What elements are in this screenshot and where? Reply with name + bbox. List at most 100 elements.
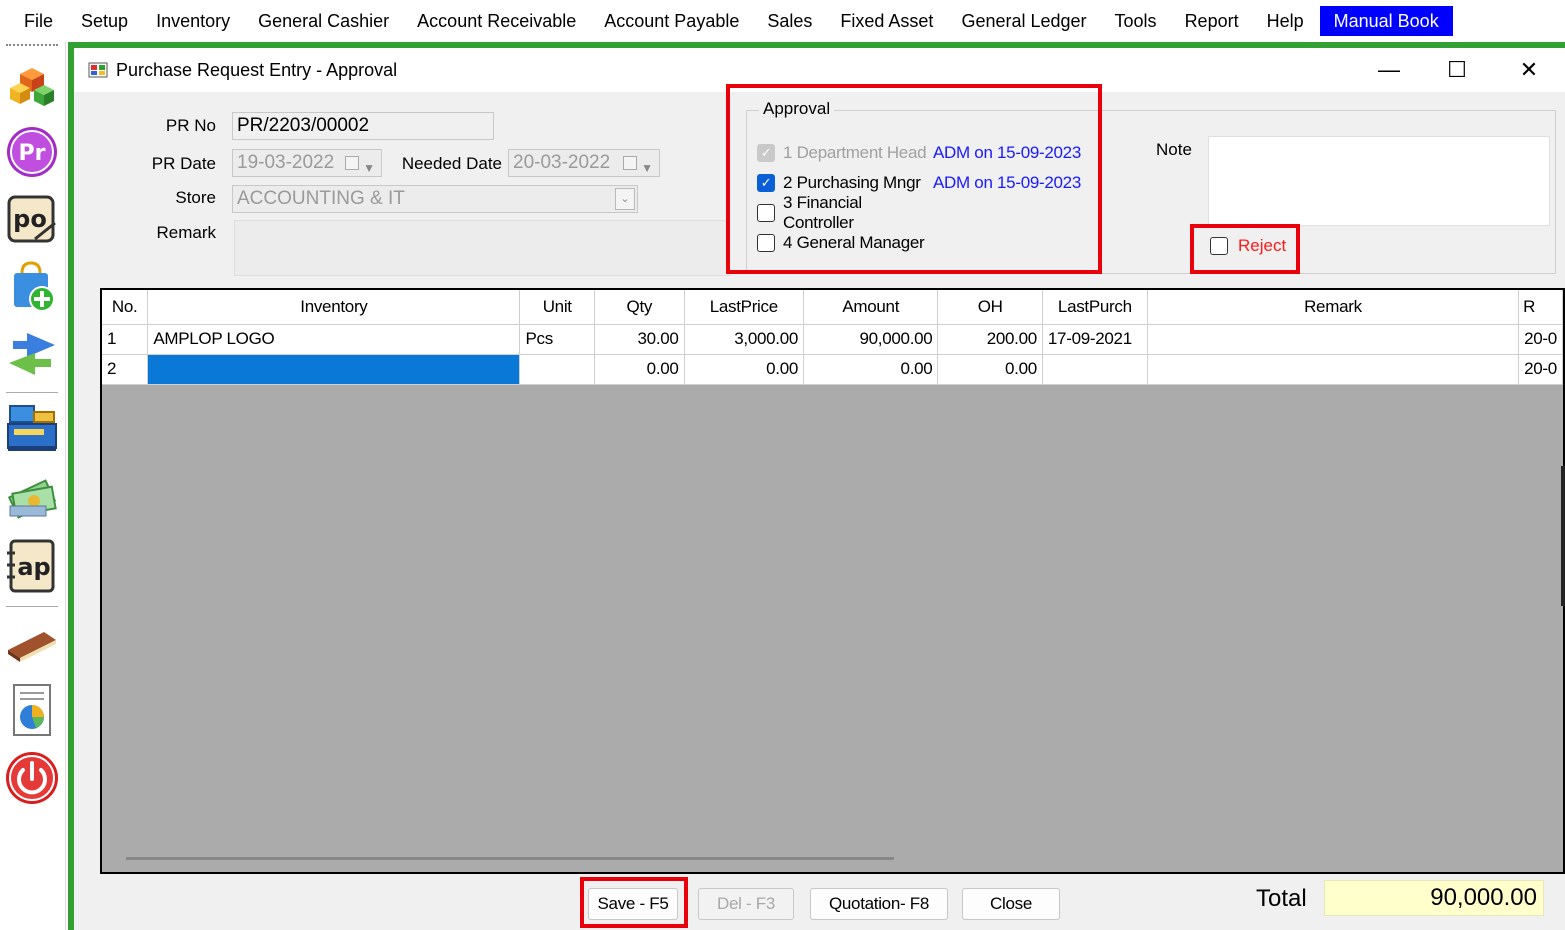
chevron-down-icon: ▼ — [641, 161, 653, 175]
cell-qty[interactable]: 0.00 — [594, 354, 685, 385]
svg-text:Pr: Pr — [19, 141, 46, 166]
cell-r[interactable]: 20-0 — [1518, 324, 1563, 355]
reject-option[interactable]: Reject — [1210, 236, 1286, 256]
col-lastpurch[interactable]: LastPurch — [1042, 290, 1148, 325]
approval-level-2-approver: ADM on 15-09-2023 — [933, 173, 1081, 192]
checkbox-purchasing-mngr[interactable]: ✓ — [757, 174, 775, 192]
cell-lastpurch[interactable]: 17-09-2021 — [1042, 324, 1148, 355]
cell-unit[interactable] — [519, 354, 596, 385]
menu-tools[interactable]: Tools — [1101, 6, 1171, 36]
menu-manual-book[interactable]: Manual Book — [1319, 6, 1453, 36]
note-label: Note — [1156, 140, 1192, 159]
menu-setup[interactable]: Setup — [67, 6, 142, 36]
window-edge — [1561, 466, 1565, 606]
pr-no-label: PR No — [165, 116, 216, 135]
grid-header-row: No. Inventory Unit Qty LastPrice Amount … — [102, 290, 1563, 325]
menu-fixed-asset[interactable]: Fixed Asset — [826, 6, 947, 36]
power-icon[interactable] — [4, 750, 60, 806]
cell-amount[interactable]: 90,000.00 — [803, 324, 939, 355]
store-select[interactable]: ACCOUNTING & IT ⌄ — [232, 185, 638, 213]
save-button[interactable]: Save - F5 — [588, 888, 678, 920]
remark-label: Remark — [156, 223, 216, 242]
pr-date-value: 19-03-2022 — [237, 152, 335, 173]
toolbar-grip — [6, 44, 58, 46]
cell-remark[interactable] — [1147, 354, 1520, 385]
pr-no-field[interactable]: PR/2203/00002 — [232, 112, 494, 140]
approval-level-4-label: 4 General Manager — [783, 233, 925, 252]
shopping-bag-add-icon[interactable] — [4, 258, 60, 314]
ledger-book-icon[interactable] — [4, 616, 60, 672]
horizontal-scrollbar[interactable] — [126, 857, 894, 860]
needed-date-label: Needed Date — [401, 154, 502, 173]
menu-help[interactable]: Help — [1253, 6, 1318, 36]
col-amount[interactable]: Amount — [803, 290, 939, 325]
col-qty[interactable]: Qty — [594, 290, 685, 325]
cell-lastpurch[interactable] — [1042, 354, 1148, 385]
approval-level-4: 4 General Manager — [757, 231, 933, 255]
table-row[interactable]: 2 0.00 0.00 0.00 0.00 20-0 — [102, 354, 1563, 385]
cube-stack-icon[interactable] — [4, 56, 60, 112]
cell-no[interactable]: 1 — [102, 324, 149, 355]
transfer-arrows-icon[interactable] — [4, 326, 60, 382]
pr-icon[interactable]: Pr — [4, 124, 60, 180]
close-window-button[interactable]: ✕ — [1494, 48, 1564, 92]
menu-general-cashier[interactable]: General Cashier — [244, 6, 403, 36]
col-r[interactable]: R — [1518, 290, 1563, 325]
cell-unit[interactable]: Pcs — [519, 324, 596, 355]
cell-lastprice[interactable]: 0.00 — [684, 354, 805, 385]
toolbar-separator — [6, 392, 58, 393]
col-no[interactable]: No. — [102, 290, 149, 325]
cell-inventory-selected[interactable] — [147, 354, 521, 385]
quotation-button[interactable]: Quotation- F8 — [810, 888, 948, 920]
pr-date-picker[interactable]: 19-03-2022 ▼ — [232, 149, 382, 177]
cell-inventory[interactable]: AMPLOP LOGO — [147, 324, 521, 355]
approval-legend: Approval — [759, 99, 835, 119]
menu-account-payable[interactable]: Account Payable — [590, 6, 753, 36]
ap-icon[interactable]: ap — [4, 538, 60, 594]
cell-oh[interactable]: 0.00 — [937, 354, 1043, 385]
checkbox-department-head[interactable]: ✓ — [757, 144, 775, 162]
left-toolbar: Pr po ap — [0, 42, 66, 930]
table-row[interactable]: 1 AMPLOP LOGO Pcs 30.00 3,000.00 90,000.… — [102, 324, 1563, 355]
checkbox-general-manager[interactable] — [757, 234, 775, 252]
window-titlebar: Purchase Request Entry - Approval — ☐ ✕ — [74, 48, 1565, 92]
cash-register-icon[interactable] — [4, 400, 60, 456]
col-remark[interactable]: Remark — [1147, 290, 1520, 325]
store-value: ACCOUNTING & IT — [237, 188, 405, 209]
needed-date-picker[interactable]: 20-03-2022 ▼ — [508, 149, 660, 177]
svg-text:ap: ap — [17, 553, 50, 581]
window-title: Purchase Request Entry - Approval — [116, 59, 398, 80]
maximize-button[interactable]: ☐ — [1422, 48, 1492, 92]
approval-level-3: 3 Financial Controller — [757, 193, 933, 232]
cell-r[interactable]: 20-0 — [1518, 354, 1563, 385]
menu-inventory[interactable]: Inventory — [142, 6, 244, 36]
delete-button[interactable]: Del - F3 — [698, 888, 794, 920]
minimize-button[interactable]: — — [1354, 48, 1424, 92]
approval-level-3-label: 3 Financial Controller — [783, 193, 862, 232]
col-inventory[interactable]: Inventory — [147, 290, 521, 325]
money-icon[interactable] — [4, 466, 60, 522]
reject-checkbox[interactable] — [1210, 237, 1228, 255]
po-icon[interactable]: po — [4, 192, 60, 248]
col-oh[interactable]: OH — [937, 290, 1043, 325]
remark-textarea[interactable] — [234, 220, 730, 276]
report-chart-icon[interactable] — [4, 682, 60, 738]
cell-remark[interactable] — [1147, 324, 1520, 355]
menu-report[interactable]: Report — [1171, 6, 1253, 36]
reject-label: Reject — [1238, 236, 1287, 255]
cell-oh[interactable]: 200.00 — [937, 324, 1043, 355]
cell-qty[interactable]: 30.00 — [594, 324, 685, 355]
menu-account-receivable[interactable]: Account Receivable — [403, 6, 590, 36]
menu-file[interactable]: File — [0, 6, 67, 36]
note-textarea[interactable] — [1208, 136, 1550, 226]
menu-sales[interactable]: Sales — [753, 6, 826, 36]
menu-general-ledger[interactable]: General Ledger — [947, 6, 1100, 36]
col-unit[interactable]: Unit — [519, 290, 596, 325]
checkbox-financial-controller[interactable] — [757, 204, 775, 222]
toolbar-separator — [6, 606, 58, 607]
cell-amount[interactable]: 0.00 — [803, 354, 939, 385]
col-lastprice[interactable]: LastPrice — [684, 290, 805, 325]
cell-lastprice[interactable]: 3,000.00 — [684, 324, 805, 355]
cell-no[interactable]: 2 — [102, 354, 149, 385]
close-button[interactable]: Close — [962, 888, 1060, 920]
